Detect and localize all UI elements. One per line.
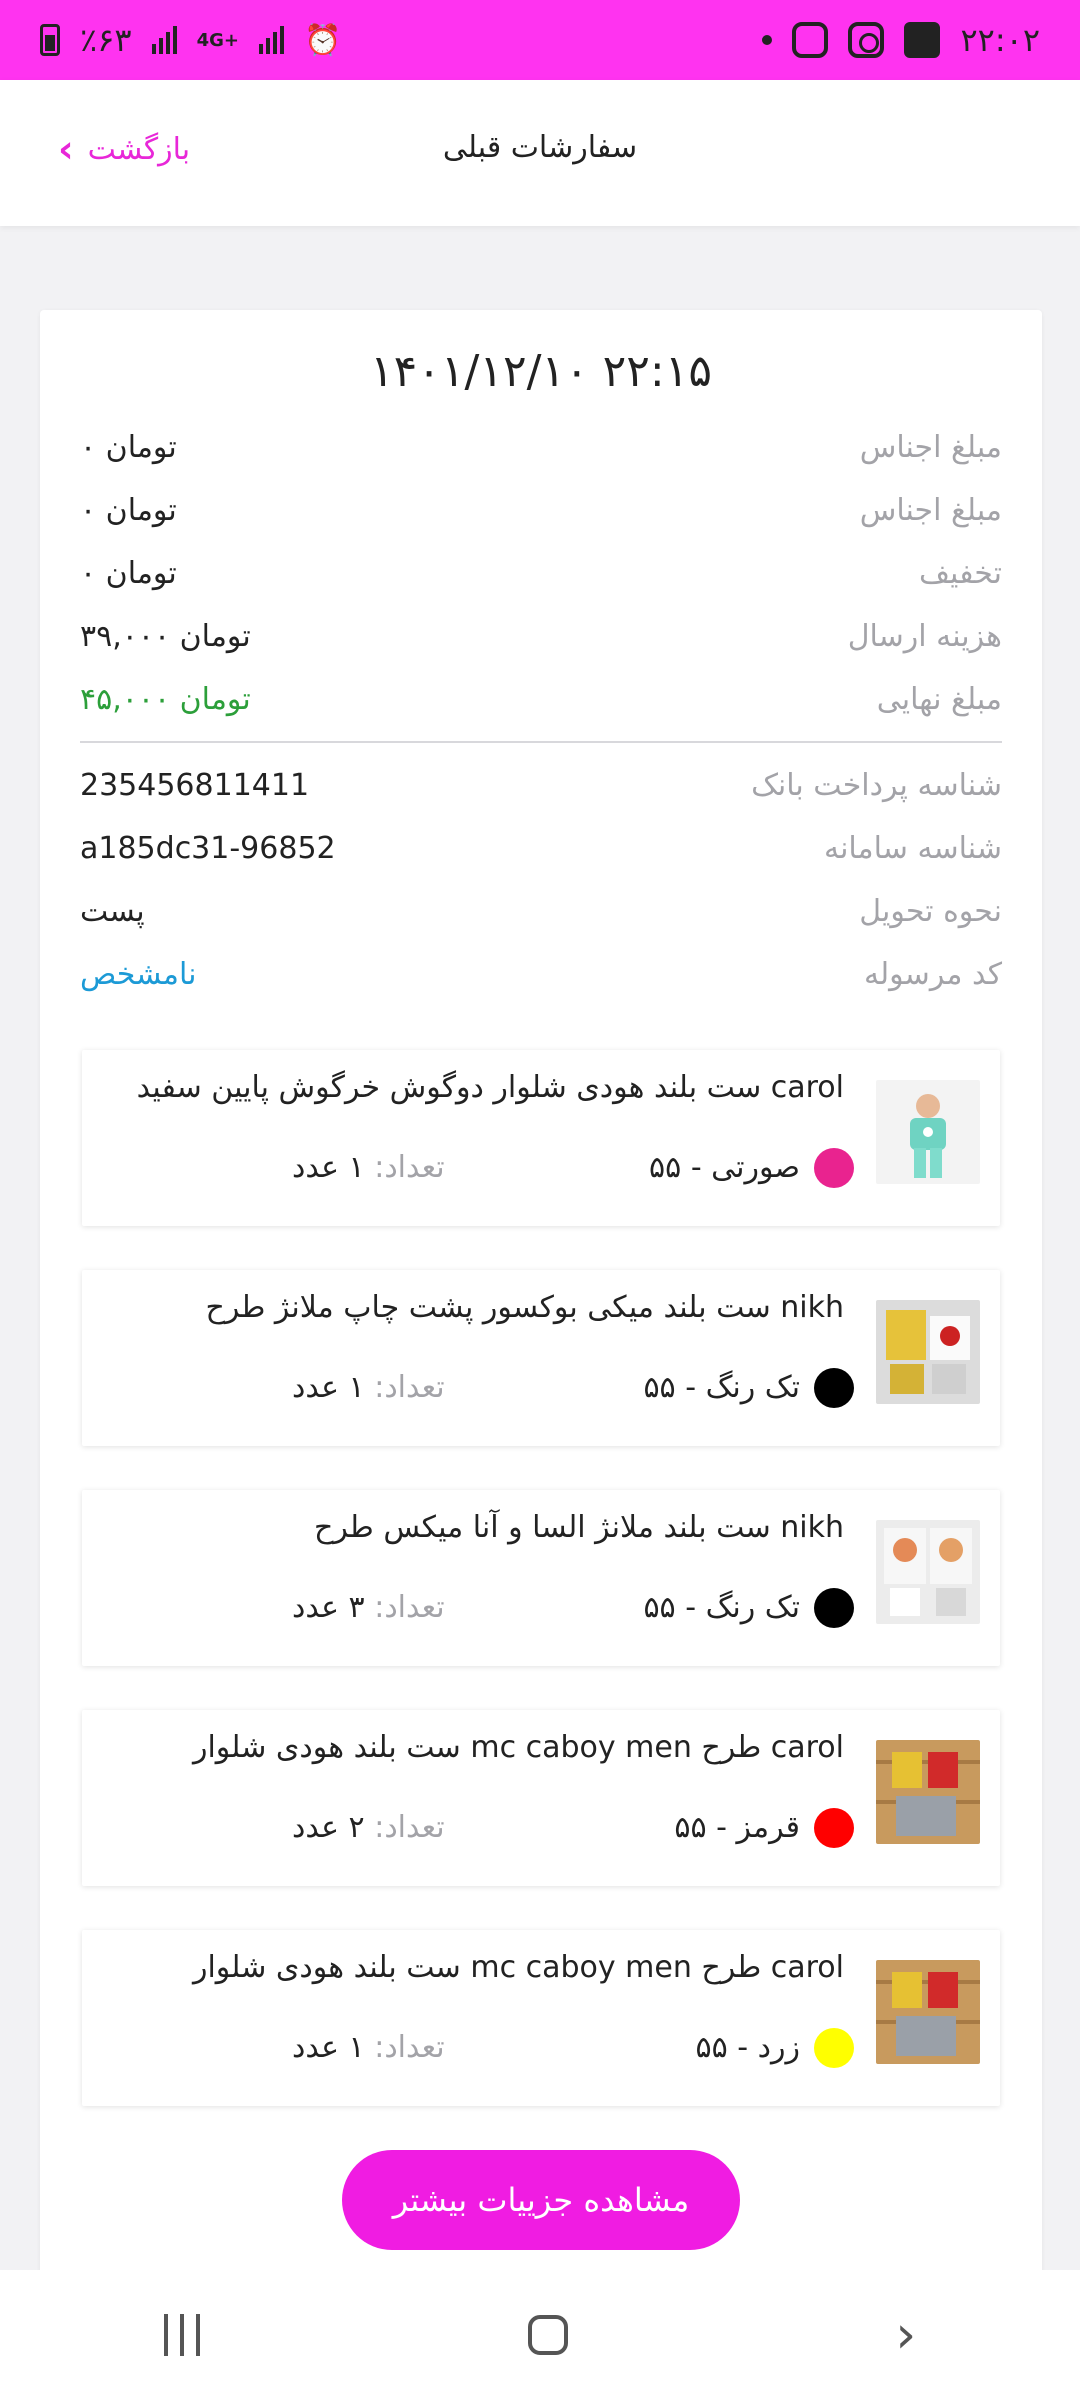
row-label: شناسه پرداخت بانک: [751, 767, 1002, 803]
info-row: شناسه پرداخت بانک 235456811411: [80, 760, 1002, 810]
quantity-label: تعداد:: [374, 1370, 445, 1405]
battery-percent: ٪۶۳: [80, 21, 132, 59]
network-type: 4G+: [196, 29, 239, 51]
row-label: مبلغ اجناس: [859, 492, 1002, 528]
row-value: ۰ تومان: [80, 492, 177, 528]
product-image: [876, 1960, 980, 2064]
info-row: نحوه تحویل پست: [80, 886, 1002, 936]
order-item[interactable]: ست بلند میکی بوکسور پشت چاپ ملانژ طرح ni…: [82, 1270, 1000, 1446]
product-variant: تک رنگ - ۵۵: [643, 1590, 800, 1625]
status-bar: ٪۶۳ 4G+ ⏰ ۲۲:۰۲: [0, 0, 1080, 80]
order-card: ۱۴۰۱/۱۲/۱۰ ۲۲:۱۵ مبلغ اجناس ۰ تومان مبلغ…: [40, 310, 1042, 2340]
quantity-label: تعداد:: [374, 2030, 445, 2065]
product-name: ست بلند هودی شلوار mc caboy men طرح caro…: [192, 1950, 844, 1985]
quantity: تعداد: ۱ عدد: [292, 1150, 445, 1185]
app-header: سفارشات قبلی ‹ بازگشت: [0, 80, 1080, 226]
quantity-label: تعداد:: [374, 1810, 445, 1845]
view-more-details-button[interactable]: مشاهده جزییات بیشتر: [342, 2150, 740, 2250]
product-variant: قرمز - ۵۵: [674, 1810, 800, 1845]
recent-apps-icon[interactable]: [163, 2314, 200, 2356]
row-value: ۰ تومان: [80, 429, 177, 465]
battery-icon: [40, 24, 60, 56]
product-image: [876, 1080, 980, 1184]
product-variant: صورتی - ۵۵: [649, 1150, 800, 1185]
final-amount-row: مبلغ نهایی ۴۵,۰۰۰ تومان: [80, 674, 1002, 724]
delivery-method: پست: [80, 893, 145, 929]
status-right: ۲۲:۰۲: [762, 21, 1040, 59]
signal-icon-2: [258, 26, 284, 54]
system-id: a185dc31-96852: [80, 830, 336, 866]
product-image: [876, 1300, 980, 1404]
quantity-label: تعداد:: [374, 1150, 445, 1185]
product-image: [876, 1740, 980, 1844]
summary-row: مبلغ اجناس ۰ تومان: [80, 422, 1002, 472]
bank-payment-id: 235456811411: [80, 767, 310, 803]
summary-row: هزینه ارسال ۳۹,۰۰۰ تومان: [80, 611, 1002, 661]
gallery-icon: [904, 22, 941, 58]
quantity: تعداد: ۱ عدد: [292, 2030, 445, 2065]
product-variant: تک رنگ - ۵۵: [643, 1370, 800, 1405]
edge-app-icon: [792, 22, 829, 58]
quantity-value: ۱ عدد: [292, 1370, 365, 1405]
home-icon[interactable]: [527, 2315, 568, 2355]
row-label: مبلغ نهایی: [876, 681, 1002, 717]
row-label: شناسه سامانه: [823, 830, 1002, 866]
row-label: نحوه تحویل: [859, 893, 1002, 929]
product-variant: زرد - ۵۵: [695, 2030, 800, 2065]
chevron-left-icon: ‹: [58, 127, 74, 171]
row-label: هزینه ارسال: [847, 618, 1002, 654]
color-swatch: [814, 1368, 854, 1408]
quantity: تعداد: ۲ عدد: [292, 1810, 445, 1845]
summary-row: تخفیف ۰ تومان: [80, 548, 1002, 598]
order-item[interactable]: ست بلند هودی شلوار mc caboy men طرح caro…: [82, 1710, 1000, 1886]
quantity-value: ۱ عدد: [292, 2030, 365, 2065]
product-name: ست بلند ملانژ السا و آنا میکس طرح nikh: [313, 1510, 844, 1545]
order-item[interactable]: ست بلند هودی شلوار دوگوش خرگوش پایین سفی…: [82, 1050, 1000, 1226]
color-swatch: [814, 1588, 854, 1628]
final-amount-value: ۴۵,۰۰۰ تومان: [80, 681, 251, 717]
system-nav-bar: ›: [0, 2270, 1080, 2400]
row-value: ۳۹,۰۰۰ تومان: [80, 618, 251, 654]
summary-row: مبلغ اجناس ۰ تومان: [80, 485, 1002, 535]
order-item[interactable]: ست بلند ملانژ السا و آنا میکس طرح nikh ت…: [82, 1490, 1000, 1666]
back-button[interactable]: ‹ بازگشت: [58, 130, 190, 168]
row-label: مبلغ اجناس: [859, 429, 1002, 465]
quantity: تعداد: ۳ عدد: [292, 1590, 445, 1625]
divider: [80, 741, 1002, 743]
product-image: [876, 1520, 980, 1624]
quantity-value: ۳ عدد: [292, 1590, 365, 1625]
color-swatch: [814, 1808, 854, 1848]
quantity-value: ۲ عدد: [292, 1810, 365, 1845]
color-swatch: [814, 2028, 854, 2068]
color-swatch: [814, 1148, 854, 1188]
quantity-value: ۱ عدد: [292, 1150, 365, 1185]
quantity-label: تعداد:: [374, 1590, 445, 1625]
back-label: بازگشت: [87, 131, 191, 167]
product-name: ست بلند هودی شلوار دوگوش خرگوش پایین سفی…: [136, 1070, 844, 1105]
status-left: ٪۶۳ 4G+ ⏰: [40, 21, 341, 59]
instagram-icon: [848, 22, 885, 58]
product-name: ست بلند هودی شلوار mc caboy men طرح caro…: [192, 1730, 844, 1765]
row-label: تخفیف: [919, 555, 1002, 591]
notification-dot-icon: [762, 35, 773, 45]
signal-icon: [151, 26, 177, 54]
status-time: ۲۲:۰۲: [960, 21, 1040, 59]
info-row: شناسه سامانه a185dc31-96852: [80, 823, 1002, 873]
order-datetime: ۱۴۰۱/۱۲/۱۰ ۲۲:۱۵: [369, 346, 713, 397]
quantity: تعداد: ۱ عدد: [292, 1370, 445, 1405]
product-name: ست بلند میکی بوکسور پشت چاپ ملانژ طرح ni…: [205, 1290, 844, 1325]
back-nav-icon[interactable]: ›: [895, 2309, 916, 2361]
info-row: کد مرسوله نامشخص: [80, 949, 1002, 999]
tracking-code: نامشخص: [80, 956, 197, 992]
row-value: ۰ تومان: [80, 555, 177, 591]
row-label: کد مرسوله: [863, 956, 1002, 992]
order-item[interactable]: ست بلند هودی شلوار mc caboy men طرح caro…: [82, 1930, 1000, 2106]
alarm-icon: ⏰: [303, 22, 342, 58]
